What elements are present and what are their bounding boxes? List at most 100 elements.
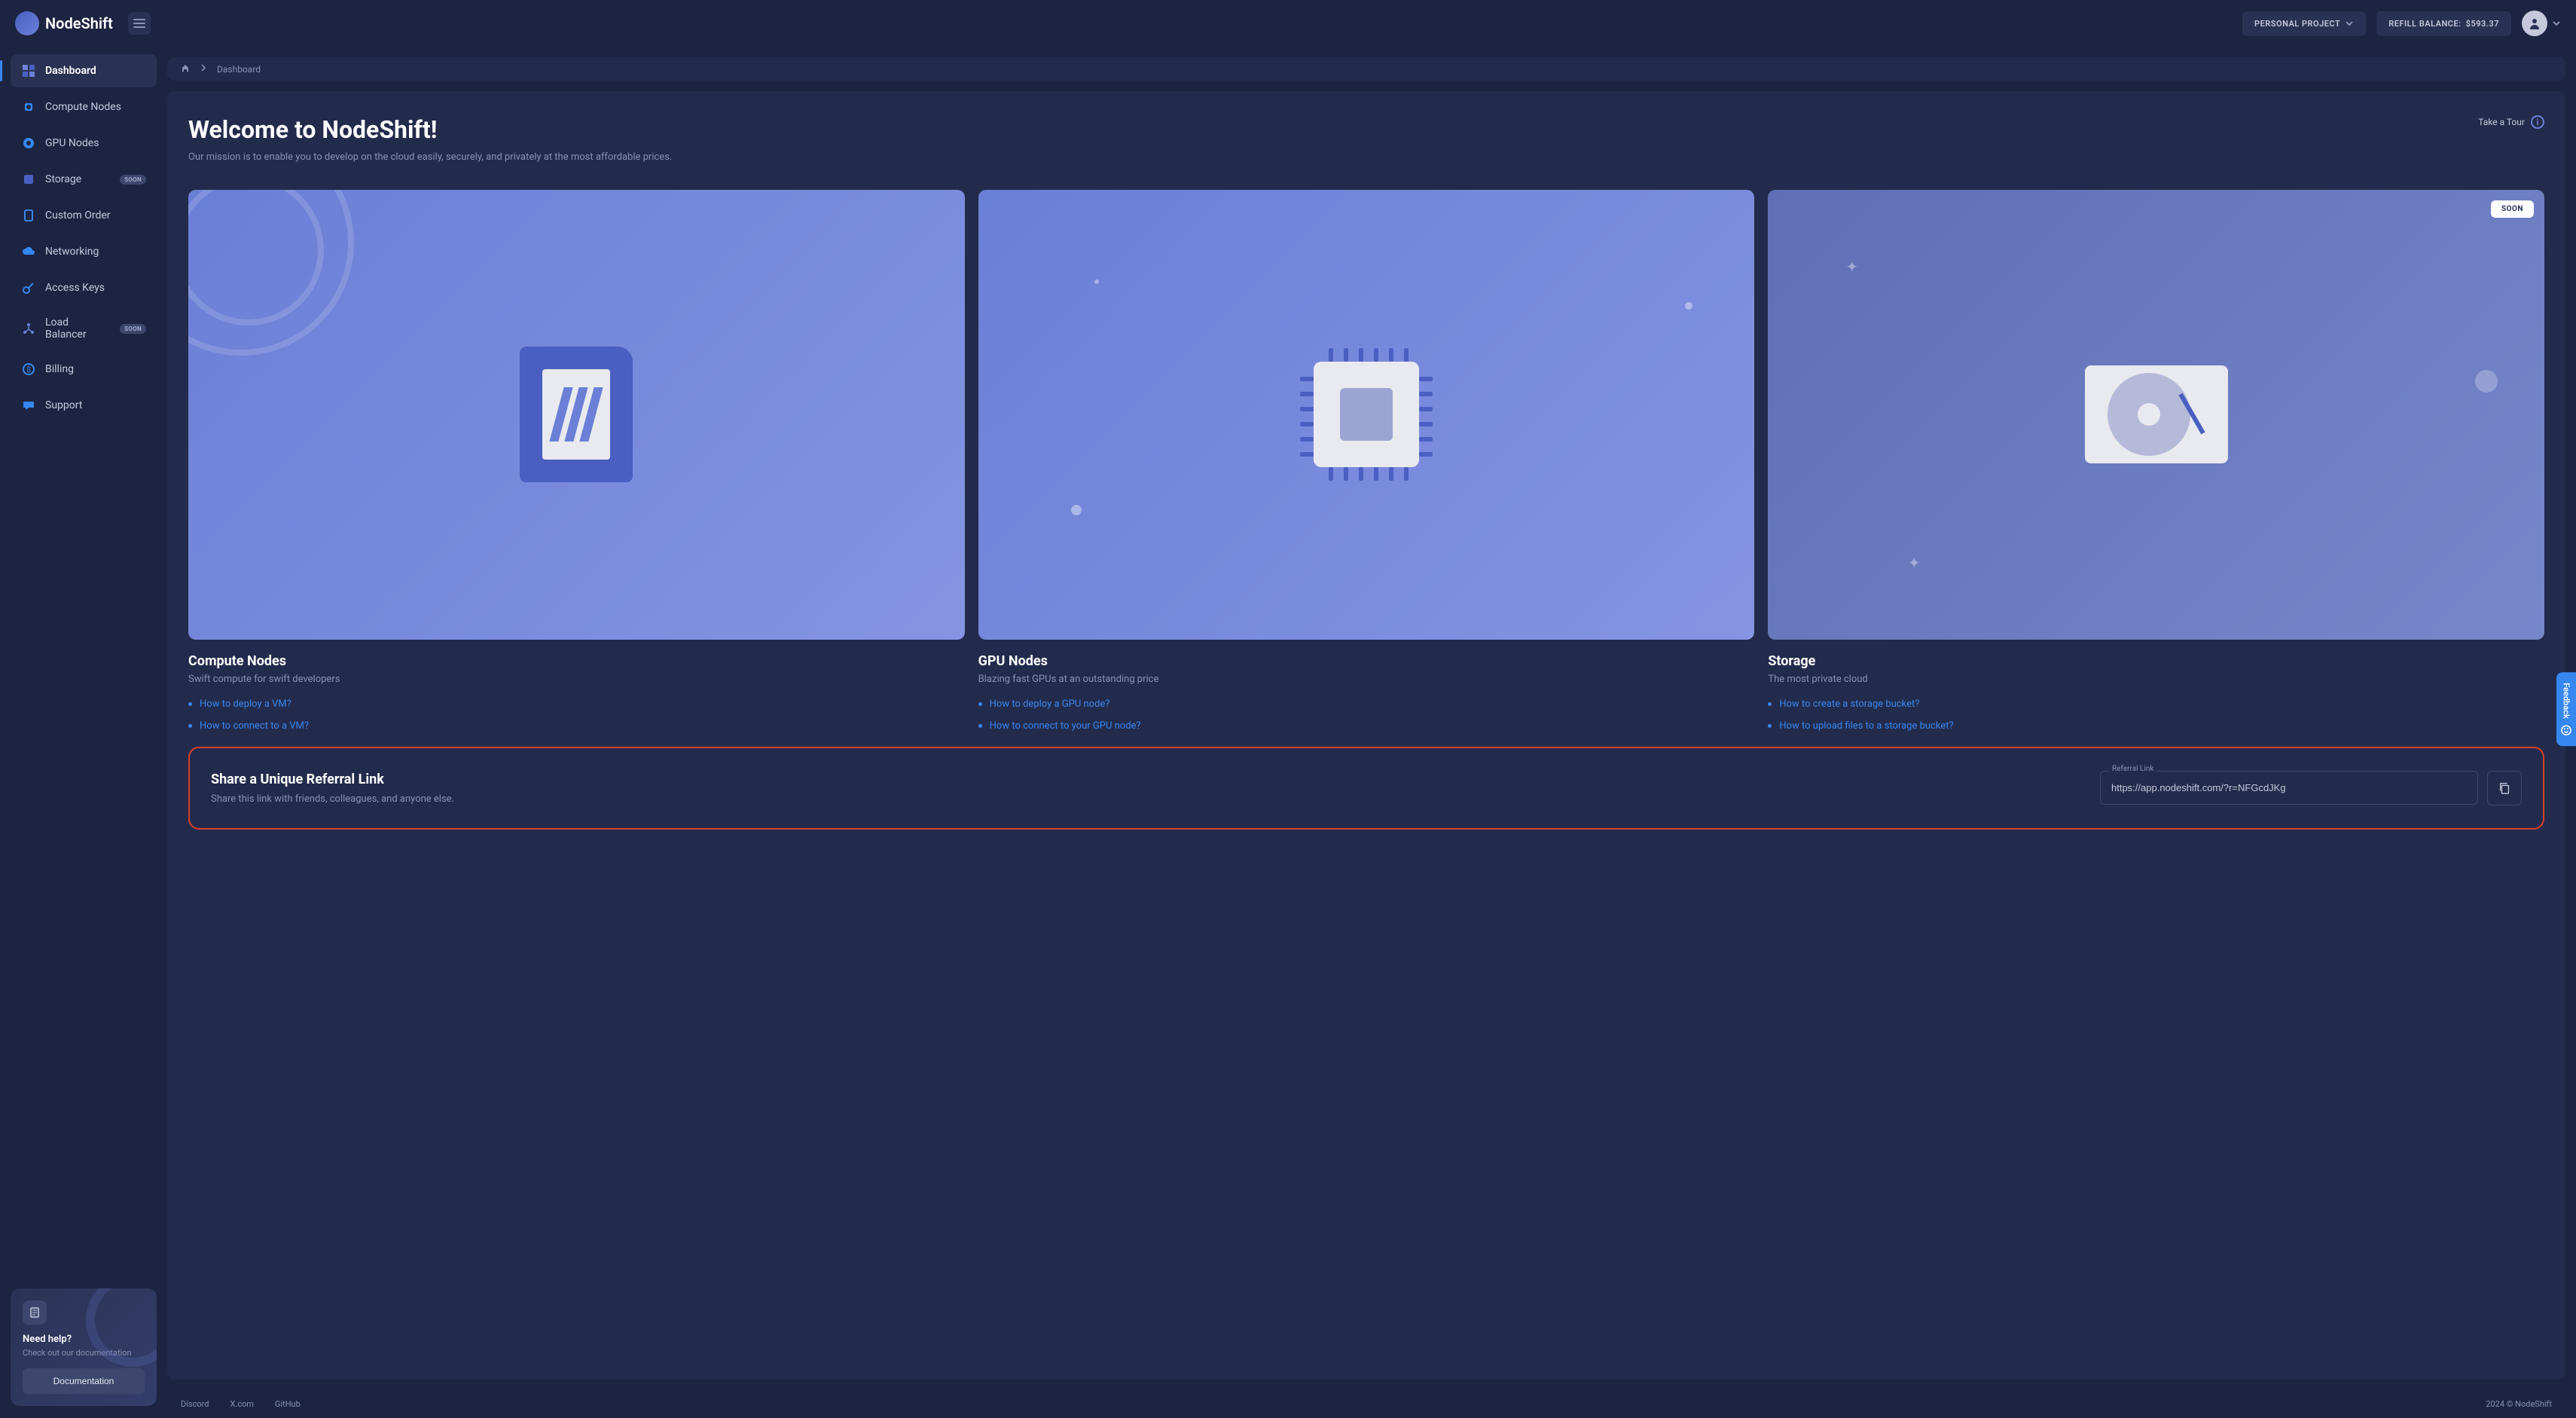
soon-badge: SOON (120, 175, 146, 185)
chevron-down-icon (2552, 19, 2561, 28)
footer: Discord X.com GitHub 2024 © NodeShift (167, 1390, 2565, 1418)
nav-list: Dashboard Compute Nodes GPU Nodes Storag… (11, 54, 157, 422)
sidebar-item-label: Compute Nodes (45, 101, 121, 113)
help-doc-icon (23, 1300, 47, 1325)
feedback-icon (2561, 725, 2571, 735)
chevron-right-icon (199, 63, 208, 75)
load-balancer-icon (21, 321, 36, 336)
home-icon[interactable] (181, 63, 190, 75)
key-icon (21, 280, 36, 295)
sidebar-item-label: Networking (45, 246, 99, 258)
gpu-card-title: GPU Nodes (978, 653, 1755, 669)
feature-cards-row: Compute Nodes Swift compute for swift de… (188, 190, 2544, 732)
dashboard-icon (21, 63, 36, 78)
footer-links: Discord X.com GitHub (181, 1399, 301, 1409)
sidebar-item-label: Load Balancer (45, 316, 111, 341)
documentation-button[interactable]: Documentation (23, 1368, 145, 1394)
sidebar-item-storage[interactable]: Storage SOON (11, 163, 157, 196)
sidebar-item-label: GPU Nodes (45, 137, 99, 149)
compute-card-links: How to deploy a VM? How to connect to a … (188, 698, 965, 732)
gpu-link-connect[interactable]: How to connect to your GPU node? (978, 720, 1755, 732)
sidebar-item-label: Access Keys (45, 282, 105, 294)
compute-nodes-card: Compute Nodes Swift compute for swift de… (188, 190, 965, 732)
chevron-down-icon (2345, 19, 2354, 28)
gpu-card-links: How to deploy a GPU node? How to connect… (978, 698, 1755, 732)
logo[interactable]: NodeShift (15, 11, 113, 35)
header-left: NodeShift (15, 11, 151, 35)
sidebar-item-label: Custom Order (45, 209, 111, 222)
sidebar: Dashboard Compute Nodes GPU Nodes Storag… (0, 47, 167, 1418)
compute-link-connect[interactable]: How to connect to a VM? (188, 720, 965, 732)
footer-link-discord[interactable]: Discord (181, 1399, 209, 1409)
content-area: Dashboard Welcome to NodeShift! Our miss… (167, 47, 2576, 1418)
referral-input-label: Referral Link (2109, 765, 2156, 773)
copy-icon (2498, 781, 2511, 795)
sidebar-item-dashboard[interactable]: Dashboard (11, 54, 157, 87)
storage-link-create[interactable]: How to create a storage bucket? (1768, 698, 2544, 710)
storage-card-image: SOON ✦ ✦ (1768, 190, 2544, 640)
user-icon (2527, 16, 2542, 31)
referral-input-wrap: Referral Link (2100, 771, 2478, 805)
main-layout: Dashboard Compute Nodes GPU Nodes Storag… (0, 47, 2576, 1418)
referral-card: Share a Unique Referral Link Share this … (188, 747, 2544, 830)
help-card: Need help? Check out our documentation D… (11, 1288, 157, 1406)
referral-subtitle: Share this link with friends, colleagues… (211, 793, 454, 805)
referral-title: Share a Unique Referral Link (211, 772, 454, 787)
sidebar-item-billing[interactable]: $ Billing (11, 353, 157, 386)
logo-icon (15, 11, 39, 35)
sidebar-item-label: Support (45, 399, 82, 411)
refill-balance-button[interactable]: REFILL BALANCE: $593.37 (2376, 11, 2511, 36)
breadcrumb-current: Dashboard (217, 64, 261, 75)
storage-card-links: How to create a storage bucket? How to u… (1768, 698, 2544, 732)
avatar (2522, 11, 2547, 36)
storage-icon (21, 172, 36, 187)
sidebar-item-label: Dashboard (45, 65, 96, 77)
take-tour-button[interactable]: Take a Tour i (2478, 115, 2544, 129)
sidebar-item-gpu-nodes[interactable]: GPU Nodes (11, 127, 157, 160)
copy-referral-button[interactable] (2487, 771, 2522, 805)
cpu-icon (21, 99, 36, 115)
storage-card-subtitle: The most private cloud (1768, 674, 2544, 685)
sidebar-item-compute-nodes[interactable]: Compute Nodes (11, 90, 157, 124)
compute-card-title: Compute Nodes (188, 653, 965, 669)
compute-card-image (188, 190, 965, 640)
compute-link-deploy[interactable]: How to deploy a VM? (188, 698, 965, 710)
sidebar-item-custom-order[interactable]: Custom Order (11, 199, 157, 232)
gpu-card-subtitle: Blazing fast GPUs at an outstanding pric… (978, 674, 1755, 685)
support-icon (21, 398, 36, 413)
referral-link-input[interactable] (2100, 771, 2478, 805)
sidebar-item-load-balancer[interactable]: Load Balancer SOON (11, 307, 157, 350)
custom-order-icon (21, 208, 36, 223)
sidebar-item-networking[interactable]: Networking (11, 235, 157, 268)
storage-card: SOON ✦ ✦ Storage The most private cloud (1768, 190, 2544, 732)
feedback-label: Feedback (2562, 683, 2571, 719)
storage-link-upload[interactable]: How to upload files to a storage bucket? (1768, 720, 2544, 732)
refill-label: REFILL BALANCE: (2388, 19, 2461, 29)
footer-link-xcom[interactable]: X.com (230, 1399, 253, 1409)
help-title: Need help? (23, 1334, 145, 1345)
project-selector[interactable]: PERSONAL PROJECT (2242, 11, 2366, 36)
gpu-nodes-card: GPU Nodes Blazing fast GPUs at an outsta… (978, 190, 1755, 732)
page-title: Welcome to NodeShift! (188, 115, 672, 144)
top-header: NodeShift PERSONAL PROJECT REFILL BALANC… (0, 0, 2576, 47)
gpu-card-image (978, 190, 1755, 640)
storage-card-title: Storage (1768, 653, 2544, 669)
sidebar-item-access-keys[interactable]: Access Keys (11, 271, 157, 304)
soon-badge: SOON (120, 324, 146, 334)
main-content: Welcome to NodeShift! Our mission is to … (167, 91, 2565, 1380)
gpu-link-deploy[interactable]: How to deploy a GPU node? (978, 698, 1755, 710)
compute-card-subtitle: Swift compute for swift developers (188, 674, 965, 685)
welcome-header: Welcome to NodeShift! Our mission is to … (188, 115, 2544, 163)
sidebar-item-support[interactable]: Support (11, 389, 157, 422)
gpu-icon (21, 136, 36, 151)
footer-copyright: 2024 © NodeShift (2486, 1399, 2552, 1409)
billing-icon: $ (21, 362, 36, 377)
user-menu[interactable] (2522, 11, 2561, 36)
feedback-tab[interactable]: Feedback (2556, 672, 2576, 746)
help-subtitle: Check out our documentation (23, 1348, 145, 1358)
info-icon: i (2531, 115, 2544, 129)
tour-label: Take a Tour (2478, 117, 2525, 127)
footer-link-github[interactable]: GitHub (275, 1399, 301, 1409)
hamburger-menu-button[interactable] (128, 12, 151, 35)
breadcrumb: Dashboard (167, 57, 2565, 81)
